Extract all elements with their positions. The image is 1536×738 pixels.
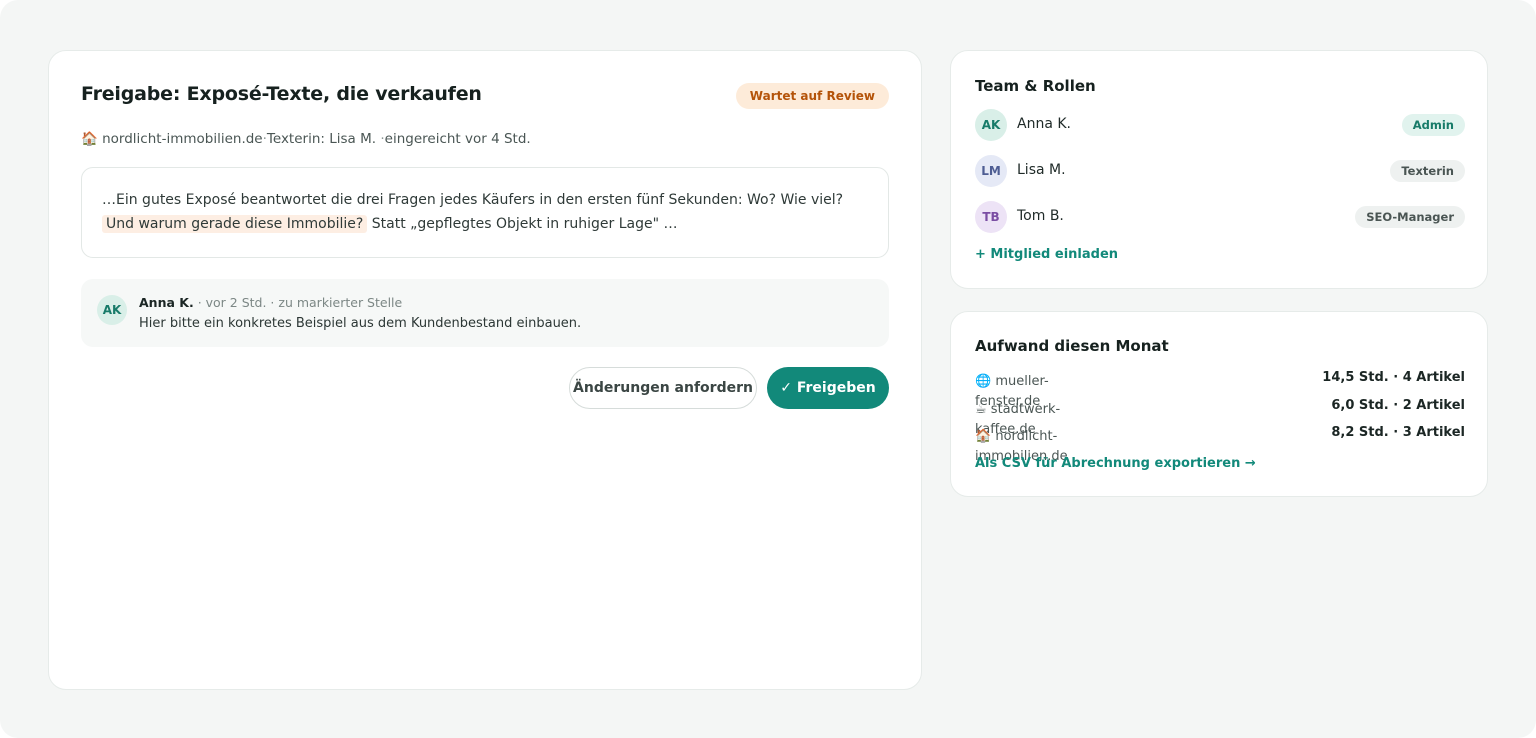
- role-badge[interactable]: Texterin: [1390, 160, 1465, 182]
- team-member: AK Anna K. Admin: [975, 109, 1465, 141]
- writer-label: Texterin: Lisa M.: [266, 131, 377, 147]
- member-name: Tom B.: [1017, 208, 1064, 224]
- team-title: Team & Rollen: [975, 77, 1096, 95]
- request-changes-button[interactable]: Änderungen anfordern: [569, 367, 757, 409]
- page-title: Freigabe: Exposé-Texte, die verkaufen: [81, 83, 482, 105]
- avatar: AK: [97, 295, 127, 325]
- approve-button[interactable]: ✓ Freigeben: [767, 367, 889, 409]
- highlighted-passage[interactable]: Und warum gerade diese Immobilie?: [102, 215, 368, 233]
- export-csv-link[interactable]: Als CSV für Abrechnung exportieren →: [975, 456, 1256, 471]
- effort-value: 14,5 Std. · 4 Artikel: [1322, 370, 1465, 385]
- status-badge: Wartet auf Review: [735, 83, 889, 109]
- team-member: TB Tom B. SEO-Manager: [975, 201, 1465, 233]
- effort-title: Aufwand diesen Monat: [975, 337, 1169, 355]
- comment-header: Anna K. · vor 2 Std. · zu markierter Ste…: [139, 295, 402, 310]
- team-card: Team & Rollen AK Anna K. Admin LM Lisa M…: [950, 50, 1488, 289]
- comment-meta: · vor 2 Std. · zu markierter Stelle: [197, 295, 403, 310]
- role-badge[interactable]: SEO-Manager: [1355, 206, 1465, 228]
- review-card: Freigabe: Exposé-Texte, die verkaufen Wa…: [48, 50, 922, 690]
- effort-card: Aufwand diesen Monat 🌐 mueller-fenster.d…: [950, 311, 1488, 497]
- avatar: TB: [975, 201, 1007, 233]
- member-name: Lisa M.: [1017, 162, 1066, 178]
- invite-member-link[interactable]: + Mitglied einladen: [975, 247, 1118, 262]
- app-background: Freigabe: Exposé-Texte, die verkaufen Wa…: [0, 0, 1536, 738]
- comment-text: Hier bitte ein konkretes Beispiel aus de…: [139, 316, 582, 331]
- effort-value: 6,0 Std. · 2 Artikel: [1331, 398, 1465, 413]
- site-link[interactable]: nordlicht-immobilien.de: [102, 131, 263, 147]
- comment-author: Anna K.: [139, 295, 194, 310]
- avatar: AK: [975, 109, 1007, 141]
- review-meta: 🏠 nordlicht-immobilien.de·Texterin: Lisa…: [81, 131, 531, 147]
- text-excerpt: …Ein gutes Exposé beantwortet die drei F…: [81, 167, 889, 258]
- excerpt-text: Statt „gepflegtes Objekt in ruhiger Lage…: [371, 216, 678, 232]
- house-icon: 🏠: [975, 429, 992, 444]
- house-icon: 🏠: [81, 131, 98, 147]
- submitted-label: eingereicht vor 4 Std.: [384, 131, 531, 147]
- globe-icon: 🌐: [975, 374, 992, 389]
- member-name: Anna K.: [1017, 116, 1071, 132]
- avatar: LM: [975, 155, 1007, 187]
- role-badge[interactable]: Admin: [1401, 114, 1465, 136]
- team-member: LM Lisa M. Texterin: [975, 155, 1465, 187]
- excerpt-text: …Ein gutes Exposé beantwortet die drei F…: [102, 192, 844, 208]
- coffee-icon: ☕: [975, 402, 987, 417]
- effort-value: 8,2 Std. · 3 Artikel: [1331, 425, 1465, 440]
- comment-item: AK Anna K. · vor 2 Std. · zu markierter …: [81, 279, 889, 347]
